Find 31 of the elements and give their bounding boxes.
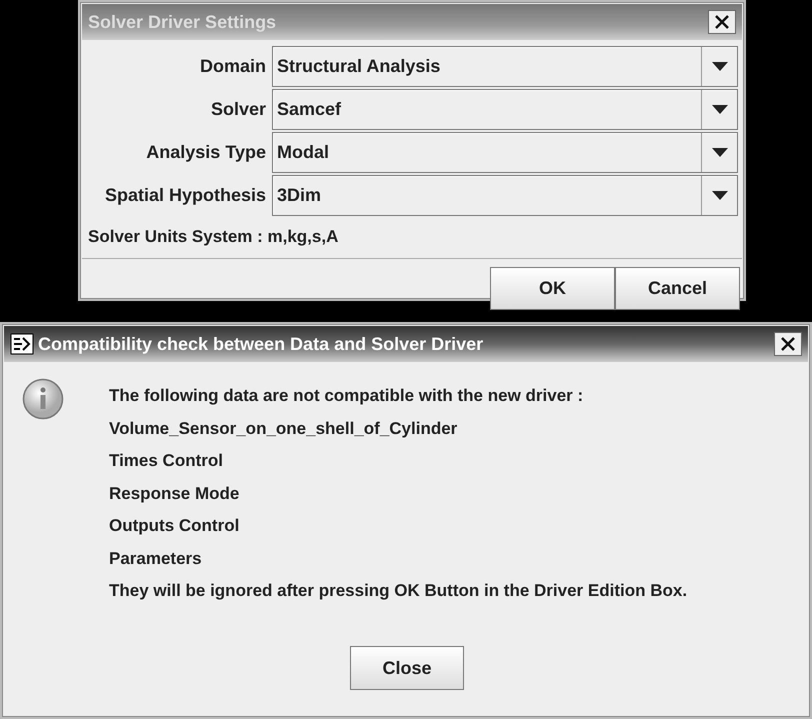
dialog-button[interactable]: OK: [490, 266, 615, 310]
message-line: The following data are not compatible with the new driver :: [109, 385, 584, 407]
app-icon: [10, 333, 34, 355]
message-line: They will be ignored after pressing OK Button in the Driver Edition Box.: [109, 580, 688, 602]
message-line: Response Mode: [109, 482, 240, 504]
caret-icon: [712, 191, 728, 200]
dropdown[interactable]: Modal: [272, 132, 738, 173]
window-title: Solver Driver Settings: [88, 10, 276, 34]
window-title: Compatibility check between Data and Solver Driver: [38, 332, 484, 356]
field-label: Domain: [198, 55, 267, 78]
dropdown[interactable]: Structural Analysis: [272, 46, 738, 87]
dialog-button[interactable]: Cancel: [615, 266, 740, 310]
close-icon: [780, 336, 796, 352]
field-label: Spatial Hypothesis: [104, 184, 267, 207]
field-label: Analysis Type: [145, 141, 267, 164]
caret-icon: [712, 62, 728, 71]
close-button[interactable]: [708, 10, 736, 34]
message-line: Volume_Sensor_on_one_shell_of_Cylinder: [109, 418, 458, 440]
close-button[interactable]: Close: [350, 646, 464, 690]
units-text: Solver Units System : m,kg,s,A: [87, 226, 340, 248]
dropdown[interactable]: Samcef: [272, 89, 738, 130]
message-line: Outputs Control: [109, 515, 240, 537]
close-icon: [714, 14, 730, 30]
message-line: Parameters: [109, 548, 203, 570]
caret-icon: [712, 105, 728, 114]
message-line: Times Control: [109, 450, 224, 472]
caret-icon: [712, 148, 728, 157]
info-icon: [22, 378, 64, 420]
dropdown[interactable]: 3Dim: [272, 175, 738, 216]
close-button[interactable]: [774, 332, 802, 356]
field-label: Solver: [210, 98, 267, 121]
